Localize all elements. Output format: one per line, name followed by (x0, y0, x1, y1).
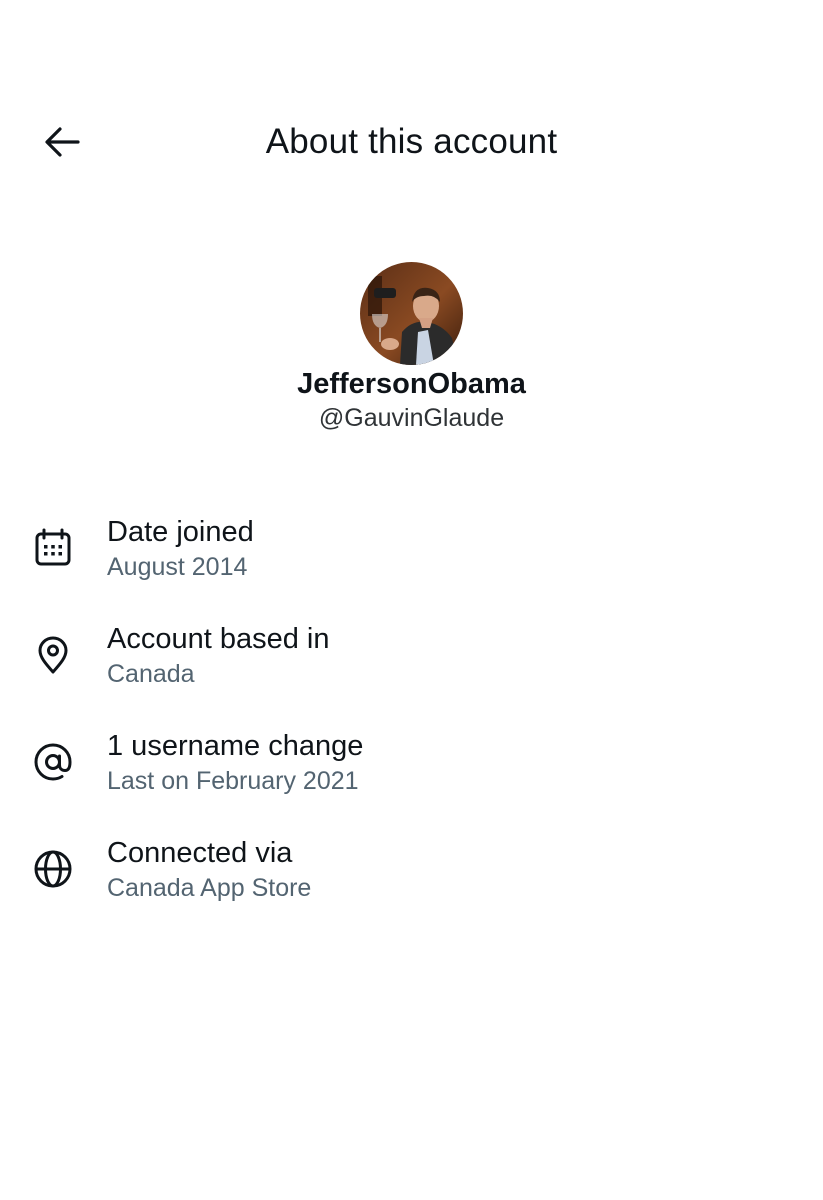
location-pin-icon (28, 630, 78, 680)
back-button[interactable] (38, 118, 86, 166)
row-title: Account based in (107, 623, 330, 655)
row-subtitle: Canada App Store (107, 874, 312, 902)
row-title: 1 username change (107, 730, 364, 762)
row-subtitle: Last on February 2021 (107, 767, 359, 795)
info-row-username-changes: 1 username change Last on February 2021 (0, 724, 823, 814)
info-row-date-joined: Date joined August 2014 (0, 510, 823, 600)
info-row-account-location: Account based in Canada (0, 617, 823, 707)
calendar-icon (28, 523, 78, 573)
arrow-left-icon (45, 127, 80, 157)
at-sign-icon (28, 737, 78, 787)
avatar[interactable] (360, 262, 463, 365)
row-subtitle: Canada (107, 660, 195, 688)
page-title: About this account (265, 122, 558, 161)
username-handle: @GauvinGlaude (318, 404, 505, 432)
globe-icon (28, 844, 78, 894)
display-name: JeffersonObama (297, 368, 526, 400)
row-title: Date joined (107, 516, 254, 548)
info-row-connected-via: Connected via Canada App Store (0, 831, 823, 921)
profile-photo (360, 262, 463, 365)
row-subtitle: August 2014 (107, 553, 248, 581)
row-title: Connected via (107, 837, 293, 869)
